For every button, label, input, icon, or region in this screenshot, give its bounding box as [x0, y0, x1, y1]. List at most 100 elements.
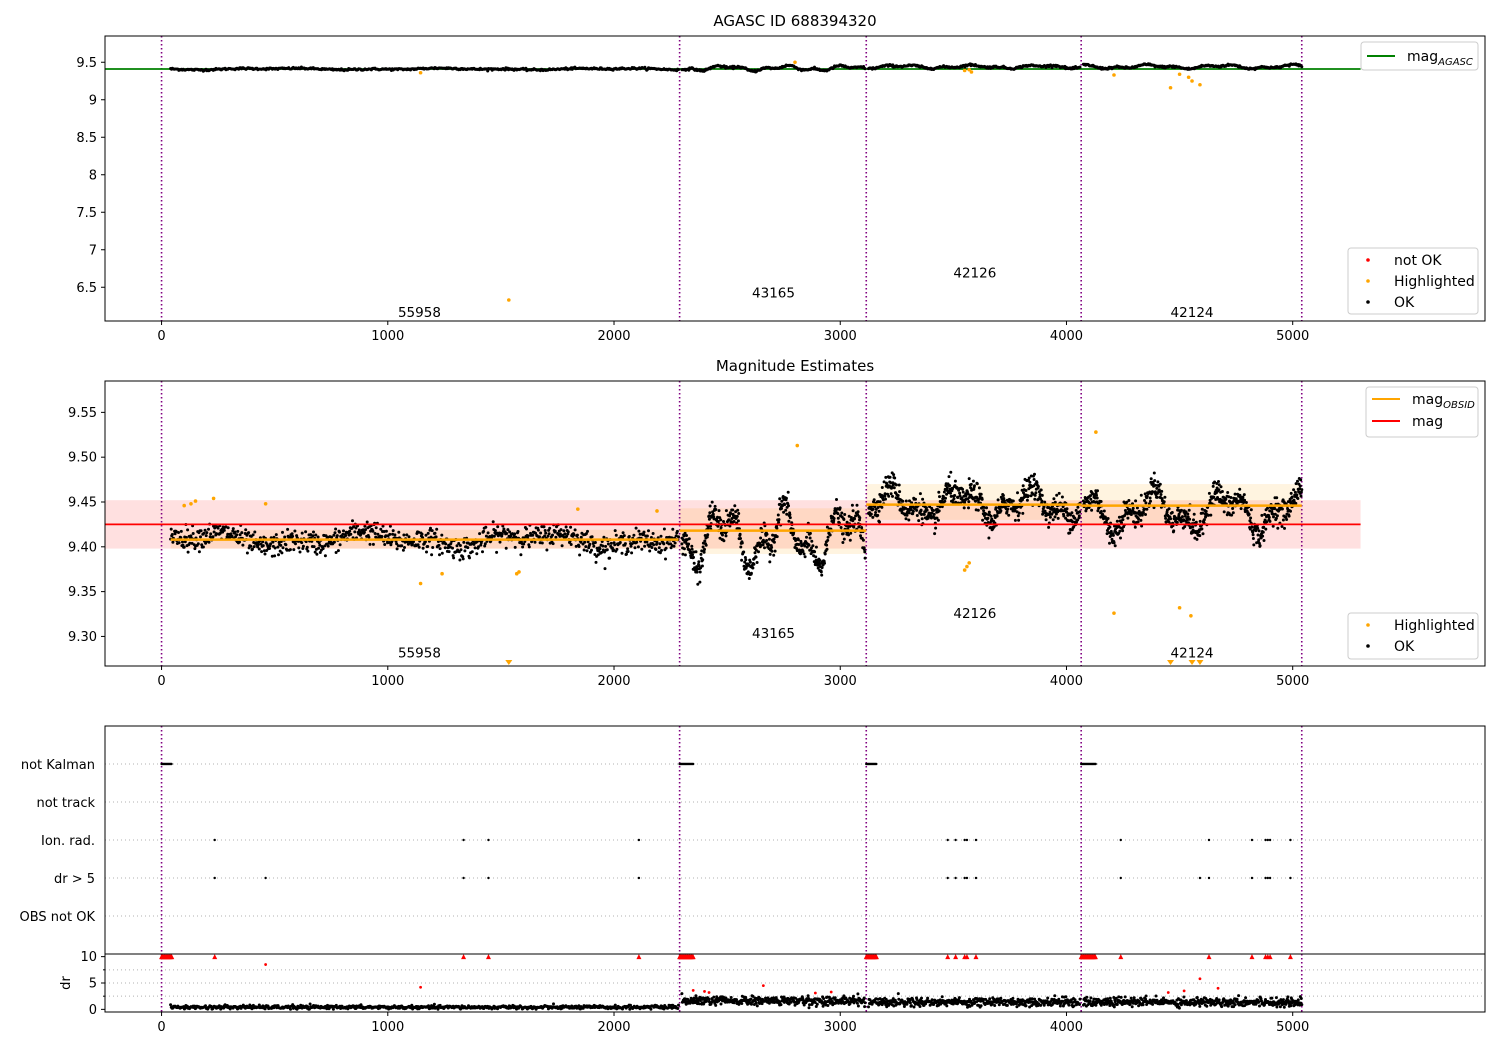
ok-point: [502, 527, 506, 531]
ok-point: [943, 499, 947, 503]
ok-point: [788, 516, 792, 520]
ok-point: [813, 550, 817, 554]
ok-point: [368, 542, 372, 546]
ok-point: [1201, 511, 1205, 515]
ok-point: [1292, 488, 1296, 492]
ok-point: [901, 499, 905, 503]
ok-point: [736, 519, 740, 523]
ok-point: [222, 528, 226, 532]
ok-point: [747, 577, 751, 580]
ok-point: [1160, 489, 1164, 493]
ok-point: [784, 508, 788, 512]
ok-point: [1195, 537, 1199, 541]
ok-point: [883, 492, 887, 496]
ok-point: [694, 550, 698, 554]
ok-point: [371, 529, 375, 533]
ok-point: [519, 553, 523, 557]
ok-point: [708, 504, 712, 508]
ok-point: [371, 542, 375, 546]
ok-point: [1112, 541, 1116, 545]
ok-point: [871, 507, 875, 511]
ok-point: [344, 534, 348, 537]
ok-point: [660, 548, 663, 552]
ok-point: [1017, 518, 1021, 522]
ok-point: [765, 532, 769, 536]
ok-point: [697, 560, 701, 564]
ok-point: [664, 546, 668, 550]
ok-point: [1280, 507, 1284, 511]
ok-point: [321, 547, 325, 551]
ok-point: [969, 482, 973, 486]
ok-point: [850, 503, 854, 507]
ok-point: [1113, 544, 1117, 548]
ok-point: [636, 545, 640, 549]
ok-point: [836, 512, 840, 516]
ok-point: [880, 486, 884, 489]
ok-point: [692, 555, 695, 559]
ok-point: [613, 529, 617, 533]
ok-point: [603, 567, 607, 571]
ok-point: [1119, 536, 1122, 540]
ok-point: [713, 504, 717, 508]
ok-point: [247, 531, 251, 535]
ok-point: [919, 508, 923, 512]
x-tick-label: 0: [157, 329, 165, 344]
ok-point: [1163, 495, 1167, 499]
ok-point: [400, 544, 404, 548]
ok-point: [880, 505, 884, 509]
ok-point: [1021, 484, 1025, 488]
ok-point: [849, 531, 853, 535]
ok-point: [249, 544, 253, 548]
ok-point: [585, 549, 589, 553]
ok-point: [1025, 498, 1029, 502]
highlighted-point: [965, 564, 969, 569]
ok-point: [1040, 499, 1044, 503]
flag-point: [462, 838, 465, 842]
ok-point: [876, 513, 880, 517]
legend-label-subscript: AGASC: [1437, 57, 1473, 68]
ok-point: [832, 517, 836, 520]
ok-point: [1052, 497, 1056, 501]
ok-point: [843, 513, 847, 516]
ok-point: [905, 513, 909, 517]
ok-point: [921, 497, 925, 501]
ok-point: [825, 543, 829, 547]
ok-point: [244, 528, 248, 532]
ok-point: [780, 507, 783, 510]
ok-point: [995, 514, 999, 518]
ok-point: [1056, 516, 1060, 520]
flag-point: [1250, 876, 1254, 880]
ok-point: [1295, 493, 1299, 497]
ok-point: [626, 550, 630, 553]
flag-point: [1198, 876, 1202, 880]
ok-point: [594, 560, 598, 564]
ok-point: [586, 529, 589, 533]
flag-point: [963, 876, 966, 880]
ok-point: [554, 535, 558, 539]
ok-point: [1126, 516, 1130, 520]
ok-point: [826, 535, 830, 539]
ok-point: [380, 535, 384, 538]
ok-point: [732, 520, 736, 523]
ok-point: [482, 529, 486, 533]
ok-point: [1127, 499, 1131, 502]
ok-point: [1115, 519, 1119, 523]
ok-point: [443, 546, 447, 550]
ok-point: [1152, 471, 1156, 475]
ok-point: [605, 548, 609, 552]
ok-point: [1033, 493, 1037, 497]
ok-point: [181, 540, 184, 544]
ok-point: [690, 544, 694, 548]
ok-point: [207, 540, 211, 544]
ok-point: [1209, 513, 1213, 517]
ok-point: [980, 497, 984, 501]
dr-panel: 0 1000 2000 3000 4000 50000510dr: [59, 950, 1486, 1035]
ok-point: [393, 533, 397, 537]
offscale-marker: [505, 660, 513, 665]
ok-point: [1257, 529, 1261, 533]
ok-point: [662, 527, 666, 531]
ok-point: [1266, 506, 1269, 510]
ok-point: [235, 533, 239, 537]
ok-point: [981, 518, 985, 522]
ok-point: [967, 500, 971, 504]
